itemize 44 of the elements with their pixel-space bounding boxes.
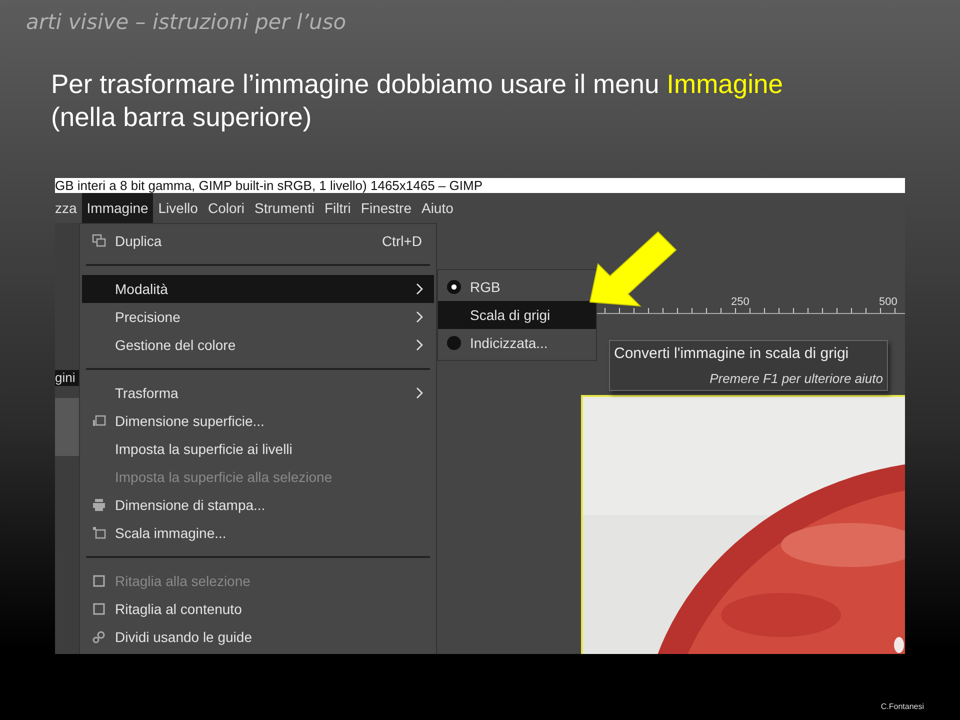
menu-item[interactable]: Imposta la superficie ai livelli: [82, 435, 434, 463]
crop-icon: [92, 574, 106, 588]
menu-bar-item[interactable]: Strumenti: [250, 193, 320, 223]
menu-item[interactable]: Dimensione superficie...: [82, 407, 434, 435]
window-title: GB interi a 8 bit gamma, GIMP built-in sRGB, 1 livello) 1465x1465 – GIMP: [55, 178, 905, 193]
author-credit: C.Fontanesi: [880, 702, 924, 711]
menu-item[interactable]: Modalità: [82, 275, 434, 303]
gear-icon: [92, 630, 106, 644]
menu-item[interactable]: Dimensione di stampa...: [82, 491, 434, 519]
printer-icon: [92, 498, 106, 512]
panel-tab[interactable]: gini: [55, 370, 79, 386]
menu-bar-item[interactable]: zza: [55, 193, 82, 223]
menu-item[interactable]: RGB: [438, 273, 596, 301]
chevron-icon: [416, 387, 424, 399]
ruler-label: 500: [879, 297, 898, 308]
slide-text: Per trasformare l’immagine dobbiamo usare il menu Immagine (nella barra superiore): [51, 68, 784, 134]
panel-block: [55, 398, 79, 456]
menu-item[interactable]: Duplica Ctrl+D: [82, 227, 434, 255]
menu-item[interactable]: Trasforma: [82, 379, 434, 407]
menu-bar-item[interactable]: Aiuto: [416, 193, 458, 223]
menu-item[interactable]: Scala immagine...: [82, 519, 434, 547]
menu-item[interactable]: Indicizzata...: [438, 329, 596, 357]
crop-icon: [92, 602, 106, 616]
duplicate-icon: [92, 234, 106, 248]
menu-item[interactable]: Scala di grigi: [438, 301, 596, 329]
ruler-label: 250: [731, 297, 750, 308]
resize-icon: [92, 414, 106, 428]
chevron-icon: [416, 339, 424, 351]
menu-item[interactable]: Dividi usando le guide: [82, 623, 434, 651]
menu-bar-item[interactable]: Livello: [153, 193, 203, 223]
tooltip-hint: Premere F1 per ulteriore aiuto: [708, 371, 883, 386]
shortcut-label: Ctrl+D: [382, 233, 422, 249]
chevron-icon: [416, 311, 424, 323]
chevron-icon: [416, 283, 424, 295]
menu-item[interactable]: Gestione del colore: [82, 331, 434, 359]
menu-bar-item[interactable]: Finestre: [356, 193, 416, 223]
tooltip-text: Converti l'immagine in scala di grigi: [614, 345, 850, 362]
slide-subtitle: arti visive – istruzioni per l’uso: [25, 9, 346, 34]
menu-item[interactable]: Precisione: [82, 303, 434, 331]
menu-bar-item[interactable]: Immagine: [82, 193, 154, 223]
menu-bar-item[interactable]: Filtri: [319, 193, 356, 223]
scale-icon: [92, 526, 106, 540]
menu-bar-item[interactable]: Colori: [202, 193, 250, 223]
menu-item[interactable]: Ritaglia al contenuto: [82, 595, 434, 623]
